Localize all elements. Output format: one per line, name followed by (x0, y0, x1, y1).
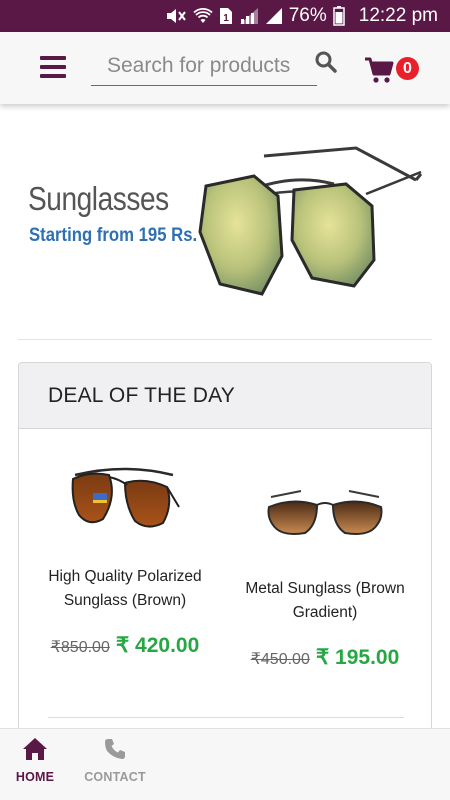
price-row: ₹850.00 ₹ 420.00 (27, 633, 223, 658)
deal-title: DEAL OF THE DAY (48, 383, 235, 407)
status-bar: 1 76% 12:22 pm (0, 0, 450, 32)
search-bar (91, 48, 317, 86)
home-icon (23, 738, 47, 760)
deal-header: DEAL OF THE DAY (19, 363, 431, 429)
hamburger-menu-icon[interactable] (40, 56, 66, 78)
search-icon[interactable] (314, 50, 340, 76)
product-card-polarized[interactable]: High Quality Polarized Sunglass (Brown) … (27, 461, 223, 658)
app-screen: 1 76% 12:22 pm 0 Sunglasses Starting (0, 0, 450, 800)
brown-aviator-sunglasses-image (71, 467, 180, 528)
divider (18, 339, 432, 340)
cart-count-badge: 0 (396, 57, 419, 80)
nav-home[interactable]: HOME (0, 729, 74, 800)
product-card-metal[interactable]: Metal Sunglass (Brown Gradient) ₹450.00 … (225, 487, 425, 670)
battery-icon (333, 6, 345, 26)
signal-icon (265, 7, 283, 25)
banner-title: Sunglasses (28, 180, 169, 217)
price-row: ₹450.00 ₹ 195.00 (225, 645, 425, 670)
nav-contact-label: CONTACT (84, 770, 146, 784)
banner-subtitle: Starting from 195 Rs. (29, 225, 198, 246)
svg-text:1: 1 (223, 13, 229, 24)
aviator-sunglasses-image (198, 146, 423, 296)
sale-price: ₹ 420.00 (115, 634, 200, 657)
signal-icon (239, 7, 259, 25)
phone-icon (105, 739, 125, 759)
mute-icon (165, 7, 187, 25)
original-price: ₹850.00 (50, 639, 110, 656)
promo-banner[interactable]: Sunglasses Starting from 195 Rs. (18, 112, 432, 338)
app-header: 0 (0, 32, 450, 104)
wifi-icon (193, 7, 213, 25)
sale-price: ₹ 195.00 (315, 646, 400, 669)
nav-contact[interactable]: CONTACT (76, 729, 154, 800)
bottom-navigation: HOME CONTACT (0, 728, 450, 800)
sim-icon: 1 (219, 7, 233, 25)
product-name: Metal Sunglass (Brown Gradient) (245, 580, 405, 621)
battery-percent: 76% (288, 5, 327, 26)
brown-gradient-sunglasses-image (267, 490, 383, 535)
product-name: High Quality Polarized Sunglass (Brown) (48, 568, 202, 609)
original-price: ₹450.00 (250, 651, 310, 668)
nav-home-label: HOME (15, 770, 55, 784)
divider (48, 717, 404, 718)
status-time: 12:22 pm (358, 5, 438, 26)
shopping-cart-icon[interactable] (364, 56, 394, 84)
search-input[interactable] (91, 48, 291, 84)
